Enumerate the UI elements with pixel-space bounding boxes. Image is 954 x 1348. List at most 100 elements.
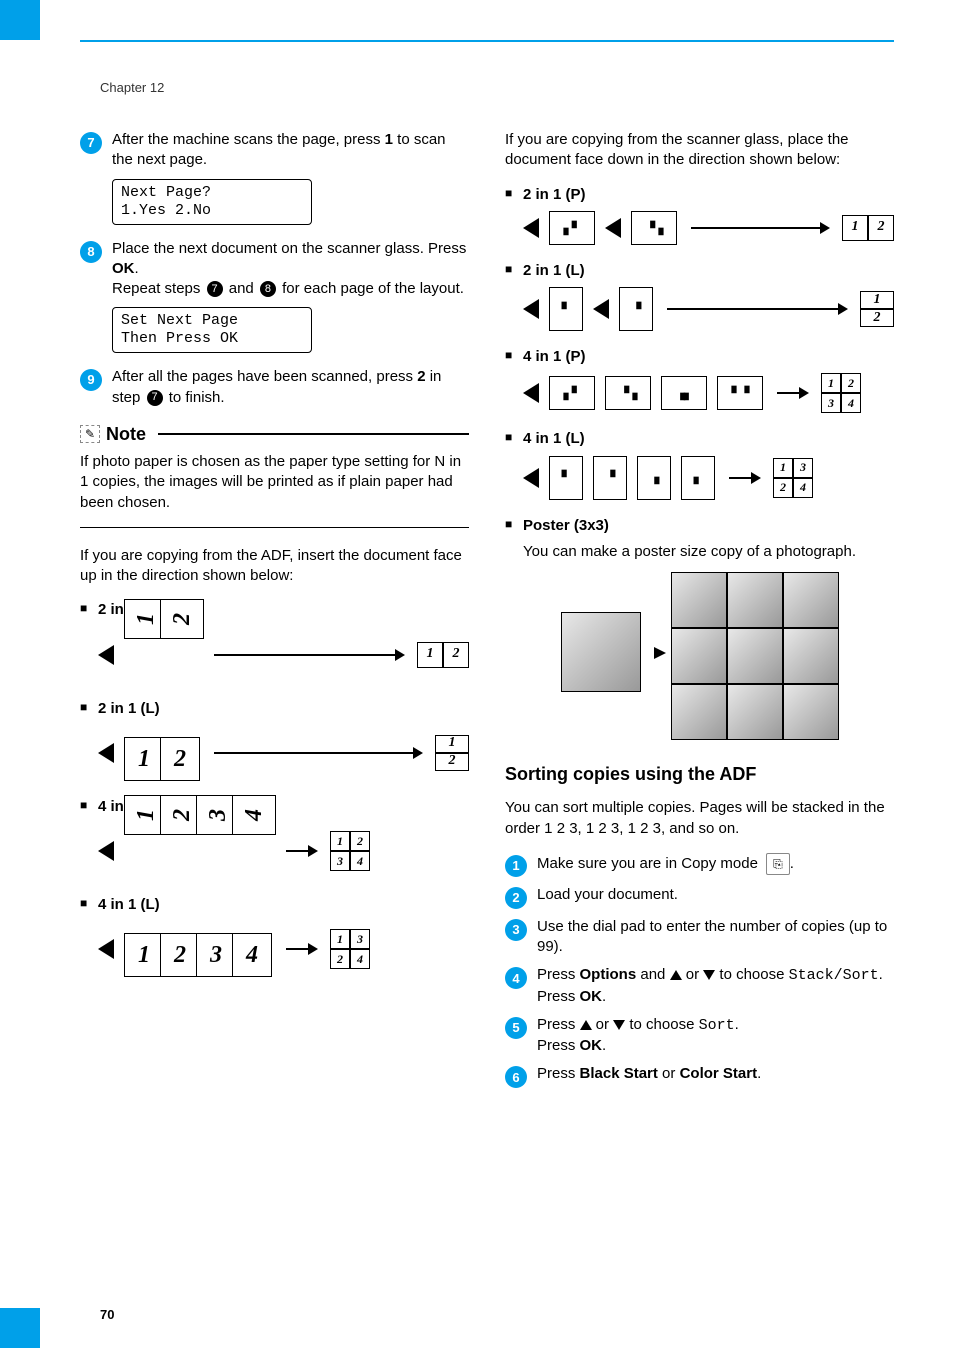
key-2: 2 [417, 368, 425, 385]
glass-intro: If you are copying from the scanner glas… [505, 130, 894, 171]
lcd-line: 1.Yes 2.No [121, 202, 303, 220]
text: Press Options and or to choose Stack/Sor… [537, 965, 894, 1007]
diagram-2in1l-adf: 12 12 [98, 725, 469, 781]
t: . [879, 966, 883, 983]
step-8-text: Place the next document on the scanner g… [112, 239, 469, 300]
ref-dot-7b: 7 [147, 390, 163, 406]
lcd-set-next: Set Next Page Then Press OK [112, 307, 312, 353]
t: or [592, 1016, 614, 1033]
step-badge-4: 4 [505, 967, 527, 989]
g-diagram-4in1p: ▖▘ ▝▗ ▗▖ ▘▝ 1234 [523, 373, 894, 413]
step-badge-6: 6 [505, 1066, 527, 1088]
sort-step-6: 6 Press Black Start or Color Start. [505, 1064, 894, 1088]
orient-tile: ▘▝ [717, 376, 763, 410]
poster-text: You can make a poster size copy of a pho… [523, 542, 894, 562]
feed-arrow-icon [98, 939, 114, 959]
t: to choose [625, 1016, 698, 1033]
orient-tile: ▖▘ [549, 211, 595, 245]
down-arrow-icon [703, 970, 715, 980]
arrow-icon [214, 752, 421, 754]
key-options: Options [580, 966, 637, 983]
left-column: 7 After the machine scans the page, pres… [80, 130, 469, 1096]
orient-tile: ▝▗ [605, 376, 651, 410]
result: 12 [435, 735, 469, 771]
g-diagram-2in1p: ▖▘ ▝▗ 12 [523, 211, 894, 245]
side-tab-top [0, 0, 40, 40]
step-8: 8 Place the next document on the scanner… [80, 239, 469, 300]
right-column: If you are copying from the scanner glas… [505, 130, 894, 1096]
text: After all the pages have been scanned, p… [112, 368, 417, 385]
text: to finish. [165, 389, 225, 406]
t: or [658, 1065, 680, 1082]
poster-figure [523, 572, 876, 740]
orient-tile: ▘ [549, 287, 583, 331]
sort-step-3: 3 Use the dial pad to enter the number o… [505, 917, 894, 958]
t: Press [537, 1016, 580, 1033]
feed-arrow-icon [593, 299, 609, 319]
result: 1234 [821, 373, 861, 413]
orient-tile: ▝ [593, 456, 627, 500]
note-icon: ✎ [80, 425, 100, 443]
cascade: 1 2 3 4 [124, 823, 272, 879]
sort-heading: Sorting copies using the ADF [505, 762, 894, 786]
orient-tile: ▗▖ [661, 376, 707, 410]
result: 1234 [330, 831, 370, 871]
g-diagram-4in1l: ▘ ▝ ▗ ▖ 1324 [523, 456, 894, 500]
t: Make sure you are in Copy mode [537, 855, 762, 872]
ref-dot-7: 7 [207, 281, 223, 297]
g-layout-4in1p: 4 in 1 (P) [523, 347, 894, 367]
t: . [602, 988, 606, 1005]
step-9-text: After all the pages have been scanned, p… [112, 367, 469, 408]
note-divider [80, 527, 469, 528]
text: Load your document. [537, 885, 894, 905]
diagram-4in1l-adf: 1234 1324 [98, 921, 469, 977]
sort-step-4: 4 Press Options and or to choose Stack/S… [505, 965, 894, 1007]
feed-arrow-icon [605, 218, 621, 238]
note-title: Note [106, 422, 146, 446]
feed-arrow-icon [98, 841, 114, 861]
t: . [757, 1065, 761, 1082]
lcd-next-page: Next Page? 1.Yes 2.No [112, 179, 312, 225]
orient-tile: ▗ [637, 456, 671, 500]
step-7-text: After the machine scans the page, press … [112, 130, 469, 171]
feed-arrow-icon [523, 299, 539, 319]
arrow-icon [777, 392, 807, 394]
g-diagram-2in1l: ▘ ▝ 12 [523, 287, 894, 331]
diagram-2in1p-adf: 1 2 12 [98, 627, 469, 683]
note-body: If photo paper is chosen as the paper ty… [80, 452, 469, 513]
step-7: 7 After the machine scans the page, pres… [80, 130, 469, 171]
sort-step-2: 2 Load your document. [505, 885, 894, 909]
g-layout-4in1l: 4 in 1 (L) [523, 429, 894, 449]
poster-head: Poster (3x3) [523, 516, 894, 536]
t: . [735, 1016, 739, 1033]
side-tab-bottom [0, 1308, 40, 1348]
text: Make sure you are in Copy mode ⎘. [537, 853, 894, 875]
up-arrow-icon [670, 970, 682, 980]
sort-step-1: 1 Make sure you are in Copy mode ⎘. [505, 853, 894, 877]
t: or [682, 966, 704, 983]
step-badge-7: 7 [80, 132, 102, 154]
up-arrow-icon [580, 1020, 592, 1030]
note-header: ✎ Note [80, 422, 469, 446]
mono: Sort [699, 1017, 735, 1034]
arrow-icon [729, 477, 759, 479]
sort-step-5: 5 Press or to choose Sort. Press OK. [505, 1015, 894, 1057]
step-9: 9 After all the pages have been scanned,… [80, 367, 469, 408]
orient-tile: ▝▗ [631, 211, 677, 245]
key-ok: OK [112, 260, 135, 277]
step-badge-2: 2 [505, 887, 527, 909]
content-area: 7 After the machine scans the page, pres… [80, 130, 894, 1096]
feed-arrow-icon [523, 218, 539, 238]
key-ok: OK [580, 988, 603, 1005]
text: Repeat steps [112, 280, 205, 297]
text: Use the dial pad to enter the number of … [537, 917, 894, 958]
result: 1324 [330, 929, 370, 969]
result: 12 [417, 642, 469, 668]
t: Press [537, 1037, 580, 1054]
result: 12 [860, 291, 894, 327]
arrow-icon [667, 308, 846, 310]
adf-intro: If you are copying from the ADF, insert … [80, 546, 469, 587]
cascade: 1 2 [124, 627, 200, 683]
ref-dot-8: 8 [260, 281, 276, 297]
feed-arrow-icon [98, 645, 114, 665]
